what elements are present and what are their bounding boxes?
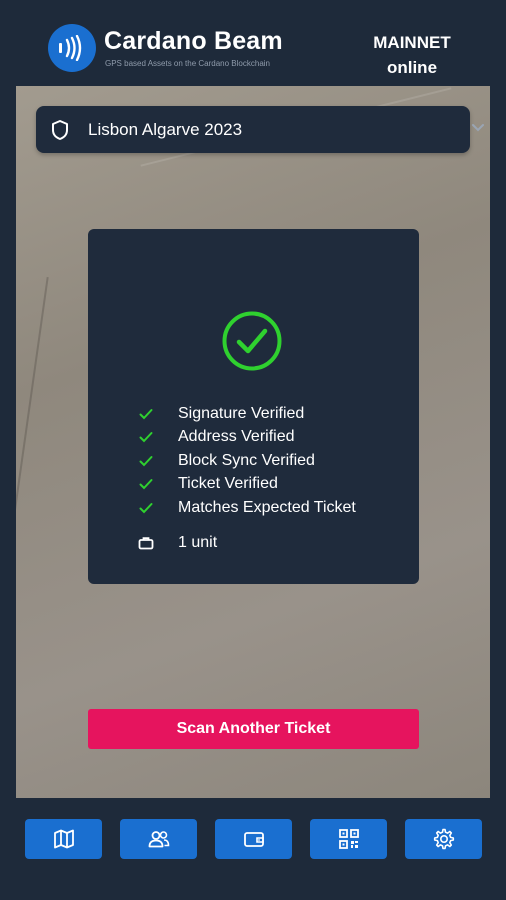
chevron-down-icon[interactable]	[470, 122, 486, 134]
check-label: Matches Expected Ticket	[178, 498, 356, 516]
nav-wallet-button[interactable]	[215, 819, 292, 859]
event-select-value: Lisbon Algarve 2023	[88, 120, 243, 139]
ticket-units: 1 unit	[138, 534, 217, 552]
units-label: 1 unit	[178, 534, 218, 551]
list-item: Signature Verified	[138, 402, 408, 426]
app-tagline: GPS based Assets on the Cardano Blockcha…	[105, 59, 270, 68]
nav-qr-scan-button[interactable]	[310, 819, 387, 859]
map-icon	[53, 829, 74, 849]
users-icon	[148, 831, 169, 848]
network-name: MAINNET	[373, 33, 451, 52]
camera-texture	[16, 277, 49, 515]
check-icon	[138, 476, 154, 492]
check-icon	[138, 429, 154, 445]
network-status: MAINNET online	[360, 30, 464, 80]
app-title: Cardano Beam	[104, 27, 283, 55]
list-item: Ticket Verified	[138, 473, 408, 497]
success-check-icon	[222, 311, 282, 371]
verification-card: Signature Verified Address Verified Bloc…	[88, 229, 419, 584]
app-header: Cardano Beam GPS based Assets on the Car…	[0, 0, 506, 86]
check-icon	[138, 453, 154, 469]
shield-icon	[52, 120, 68, 140]
gear-icon	[433, 828, 454, 850]
ticket-bag-icon	[138, 537, 154, 550]
list-item: Matches Expected Ticket	[138, 496, 408, 520]
check-label: Signature Verified	[178, 404, 305, 422]
bottom-navigation	[0, 800, 506, 900]
qr-code-icon	[338, 829, 359, 849]
connection-status: online	[386, 58, 438, 77]
list-item: Address Verified	[138, 426, 408, 450]
scan-another-ticket-button[interactable]: Scan Another Ticket	[88, 709, 419, 749]
cardano-beam-logo	[48, 24, 96, 72]
nav-settings-button[interactable]	[405, 819, 482, 859]
nav-map-button[interactable]	[25, 819, 102, 859]
check-label: Ticket Verified	[178, 475, 278, 493]
check-label: Address Verified	[178, 428, 295, 446]
list-item: Block Sync Verified	[138, 449, 408, 473]
check-icon	[138, 406, 154, 422]
wallet-icon	[243, 832, 264, 847]
nav-users-button[interactable]	[120, 819, 197, 859]
check-label: Block Sync Verified	[178, 451, 315, 469]
event-select[interactable]: Lisbon Algarve 2023	[36, 106, 484, 153]
check-icon	[138, 500, 154, 516]
beam-signal-icon	[59, 35, 82, 61]
verification-list: Signature Verified Address Verified Bloc…	[138, 402, 408, 520]
